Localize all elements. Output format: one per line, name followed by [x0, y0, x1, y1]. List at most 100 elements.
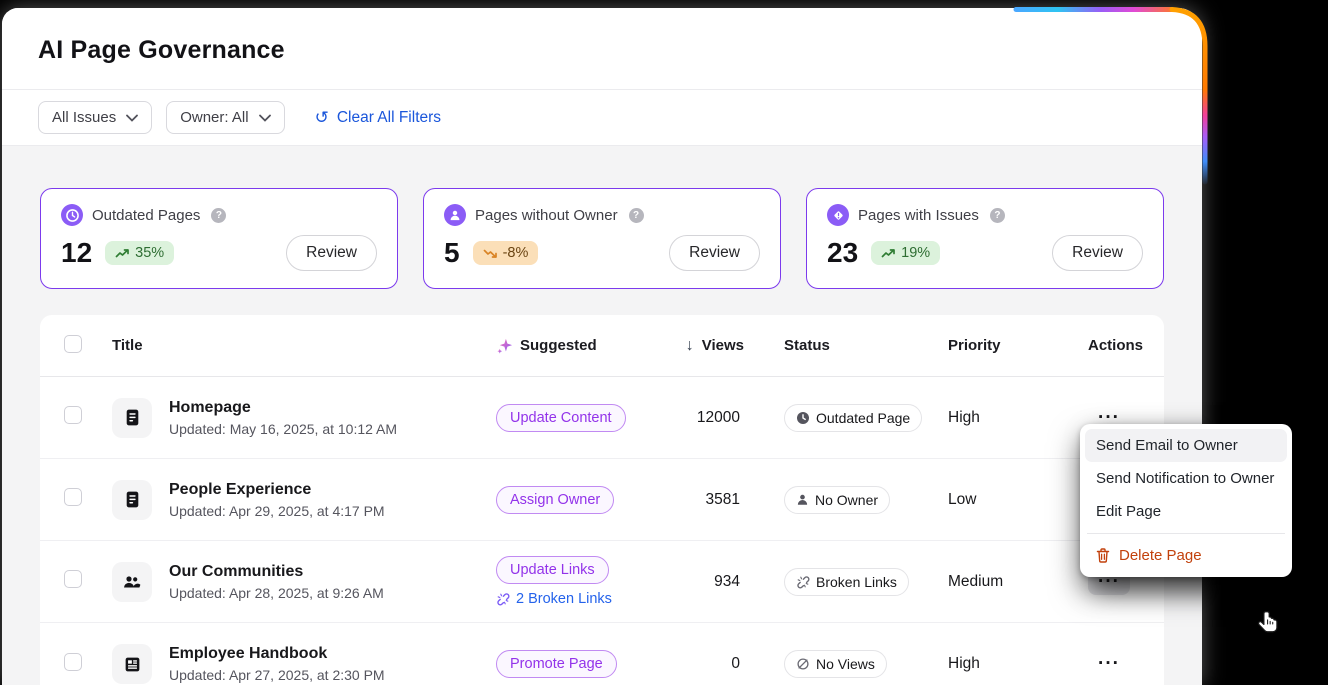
menu-item-edit-page[interactable]: Edit Page: [1085, 495, 1287, 528]
column-header-status[interactable]: Status: [774, 337, 944, 354]
row-checkbox[interactable]: [64, 406, 82, 424]
stat-card-label: Pages with Issues: [858, 206, 979, 224]
stat-card-pages-with-issues: Pages with Issues ? 23 19% Review: [806, 188, 1164, 289]
document-icon: [112, 479, 152, 520]
suggested-action-pill[interactable]: Assign Owner: [496, 485, 615, 514]
stat-card-pages-without-owner: Pages without Owner ? 5 -8% Review: [423, 188, 781, 289]
hand-cursor: [1257, 611, 1278, 633]
page-title-link[interactable]: Employee Handbook: [169, 645, 385, 663]
stat-card-value: 5: [444, 237, 460, 268]
table-row: Homepage Updated: May 16, 2025, at 10:12…: [40, 377, 1164, 459]
clock-icon: [797, 411, 809, 424]
pages-table: Title Suggested ↓ Views Status Priority …: [40, 315, 1164, 685]
page-title-link[interactable]: People Experience: [169, 481, 385, 499]
sparkle-icon: [497, 338, 513, 354]
column-header-title[interactable]: Title: [112, 337, 496, 354]
stat-cards: Outdated Pages ? 12 35% Review Pages wit…: [2, 146, 1202, 315]
review-button[interactable]: Review: [1052, 235, 1143, 271]
stat-card-value: 23: [827, 237, 859, 268]
trend-value: -8%: [502, 245, 529, 261]
priority-value: Medium: [948, 572, 1004, 590]
select-all-checkbox[interactable]: [64, 334, 82, 353]
stat-card-label: Outdated Pages: [92, 206, 201, 224]
people-icon: [112, 561, 152, 602]
trash-icon: [1096, 548, 1110, 563]
page-updated-text: Updated: Apr 27, 2025, at 2:30 PM: [169, 667, 385, 683]
row-actions-context-menu: Send Email to Owner Send Notification to…: [1080, 424, 1292, 577]
owner-filter-dropdown[interactable]: Owner: All: [166, 101, 285, 134]
chevron-down-icon: [126, 114, 139, 122]
status-badge: No Views: [784, 650, 887, 678]
trend-down-icon: [483, 249, 497, 258]
table-header-row: Title Suggested ↓ Views Status Priority …: [40, 315, 1164, 377]
trend-up-icon: [115, 248, 130, 257]
broken-link-icon: [497, 593, 510, 606]
priority-value: High: [948, 655, 980, 672]
row-actions-button[interactable]: ···: [1088, 651, 1130, 677]
stat-card-label: Pages without Owner: [475, 206, 618, 224]
trend-up-icon: [881, 248, 896, 257]
menu-item-send-notification[interactable]: Send Notification to Owner: [1085, 462, 1287, 495]
priority-value: High: [948, 408, 980, 426]
alert-diamond-icon: [827, 204, 849, 226]
user-icon: [797, 494, 808, 505]
views-count: 12000: [696, 408, 740, 426]
help-icon[interactable]: ?: [211, 207, 227, 223]
views-count: 0: [731, 655, 740, 672]
table-row: Employee Handbook Updated: Apr 27, 2025,…: [40, 623, 1164, 685]
column-header-suggested[interactable]: Suggested: [496, 337, 664, 354]
rotate-ccw-icon: ↺: [314, 108, 329, 127]
trend-badge: 35%: [105, 241, 175, 265]
app-window: AI Page Governance All Issues Owner: All…: [2, 8, 1202, 685]
app-header: AI Page Governance: [2, 8, 1202, 89]
page-updated-text: Updated: Apr 29, 2025, at 4:17 PM: [169, 502, 385, 519]
clock-icon: [61, 204, 83, 226]
review-button[interactable]: Review: [286, 235, 377, 271]
page-title-link[interactable]: Our Communities: [169, 563, 384, 581]
suggested-action-pill[interactable]: Update Links: [496, 556, 609, 584]
user-icon: [444, 204, 466, 226]
handbook-icon: [112, 644, 152, 684]
issues-filter-label: All Issues: [52, 109, 117, 126]
menu-divider: [1087, 533, 1285, 534]
suggested-action-pill[interactable]: Promote Page: [496, 650, 617, 678]
broken-links-link[interactable]: 2 Broken Links: [496, 591, 664, 607]
views-count: 934: [714, 572, 740, 590]
column-header-actions: Actions: [1088, 337, 1144, 354]
broken-link-icon: [797, 575, 810, 588]
row-checkbox[interactable]: [64, 488, 82, 506]
views-count: 3581: [705, 490, 740, 508]
page-title: AI Page Governance: [38, 36, 285, 64]
eye-off-icon: [797, 658, 809, 670]
menu-item-delete-page[interactable]: Delete Page: [1085, 539, 1287, 572]
clear-all-filters-label: Clear All Filters: [336, 108, 442, 126]
trend-value: 19%: [901, 245, 931, 261]
status-badge: Outdated Page: [784, 403, 923, 432]
row-checkbox[interactable]: [64, 652, 82, 671]
suggested-action-pill[interactable]: Update Content: [496, 403, 626, 432]
trend-badge: 19%: [871, 241, 941, 265]
page-updated-text: Updated: Apr 28, 2025, at 9:26 AM: [169, 584, 384, 601]
chevron-down-icon: [258, 114, 271, 122]
table-row: Our Communities Updated: Apr 28, 2025, a…: [40, 541, 1164, 623]
trend-value: 35%: [135, 245, 165, 261]
help-icon[interactable]: ?: [989, 207, 1005, 223]
stat-card-value: 12: [61, 237, 93, 268]
trend-badge: -8%: [472, 241, 539, 265]
column-header-views[interactable]: ↓ Views: [664, 337, 774, 355]
page-updated-text: Updated: May 16, 2025, at 10:12 AM: [169, 420, 398, 437]
help-icon[interactable]: ?: [628, 207, 644, 223]
menu-item-send-email[interactable]: Send Email to Owner: [1085, 429, 1287, 462]
priority-value: Low: [948, 490, 977, 508]
status-badge: No Owner: [784, 485, 891, 514]
row-checkbox[interactable]: [64, 570, 82, 588]
filter-bar: All Issues Owner: All ↺ Clear All Filter…: [2, 89, 1202, 146]
review-button[interactable]: Review: [669, 235, 760, 271]
table-row: People Experience Updated: Apr 29, 2025,…: [40, 459, 1164, 541]
issues-filter-dropdown[interactable]: All Issues: [38, 101, 153, 134]
column-header-priority[interactable]: Priority: [944, 337, 1064, 354]
document-icon: [112, 397, 152, 438]
owner-filter-label: Owner: All: [180, 109, 249, 126]
page-title-link[interactable]: Homepage: [169, 399, 397, 417]
clear-all-filters-link[interactable]: ↺ Clear All Filters: [315, 109, 441, 127]
